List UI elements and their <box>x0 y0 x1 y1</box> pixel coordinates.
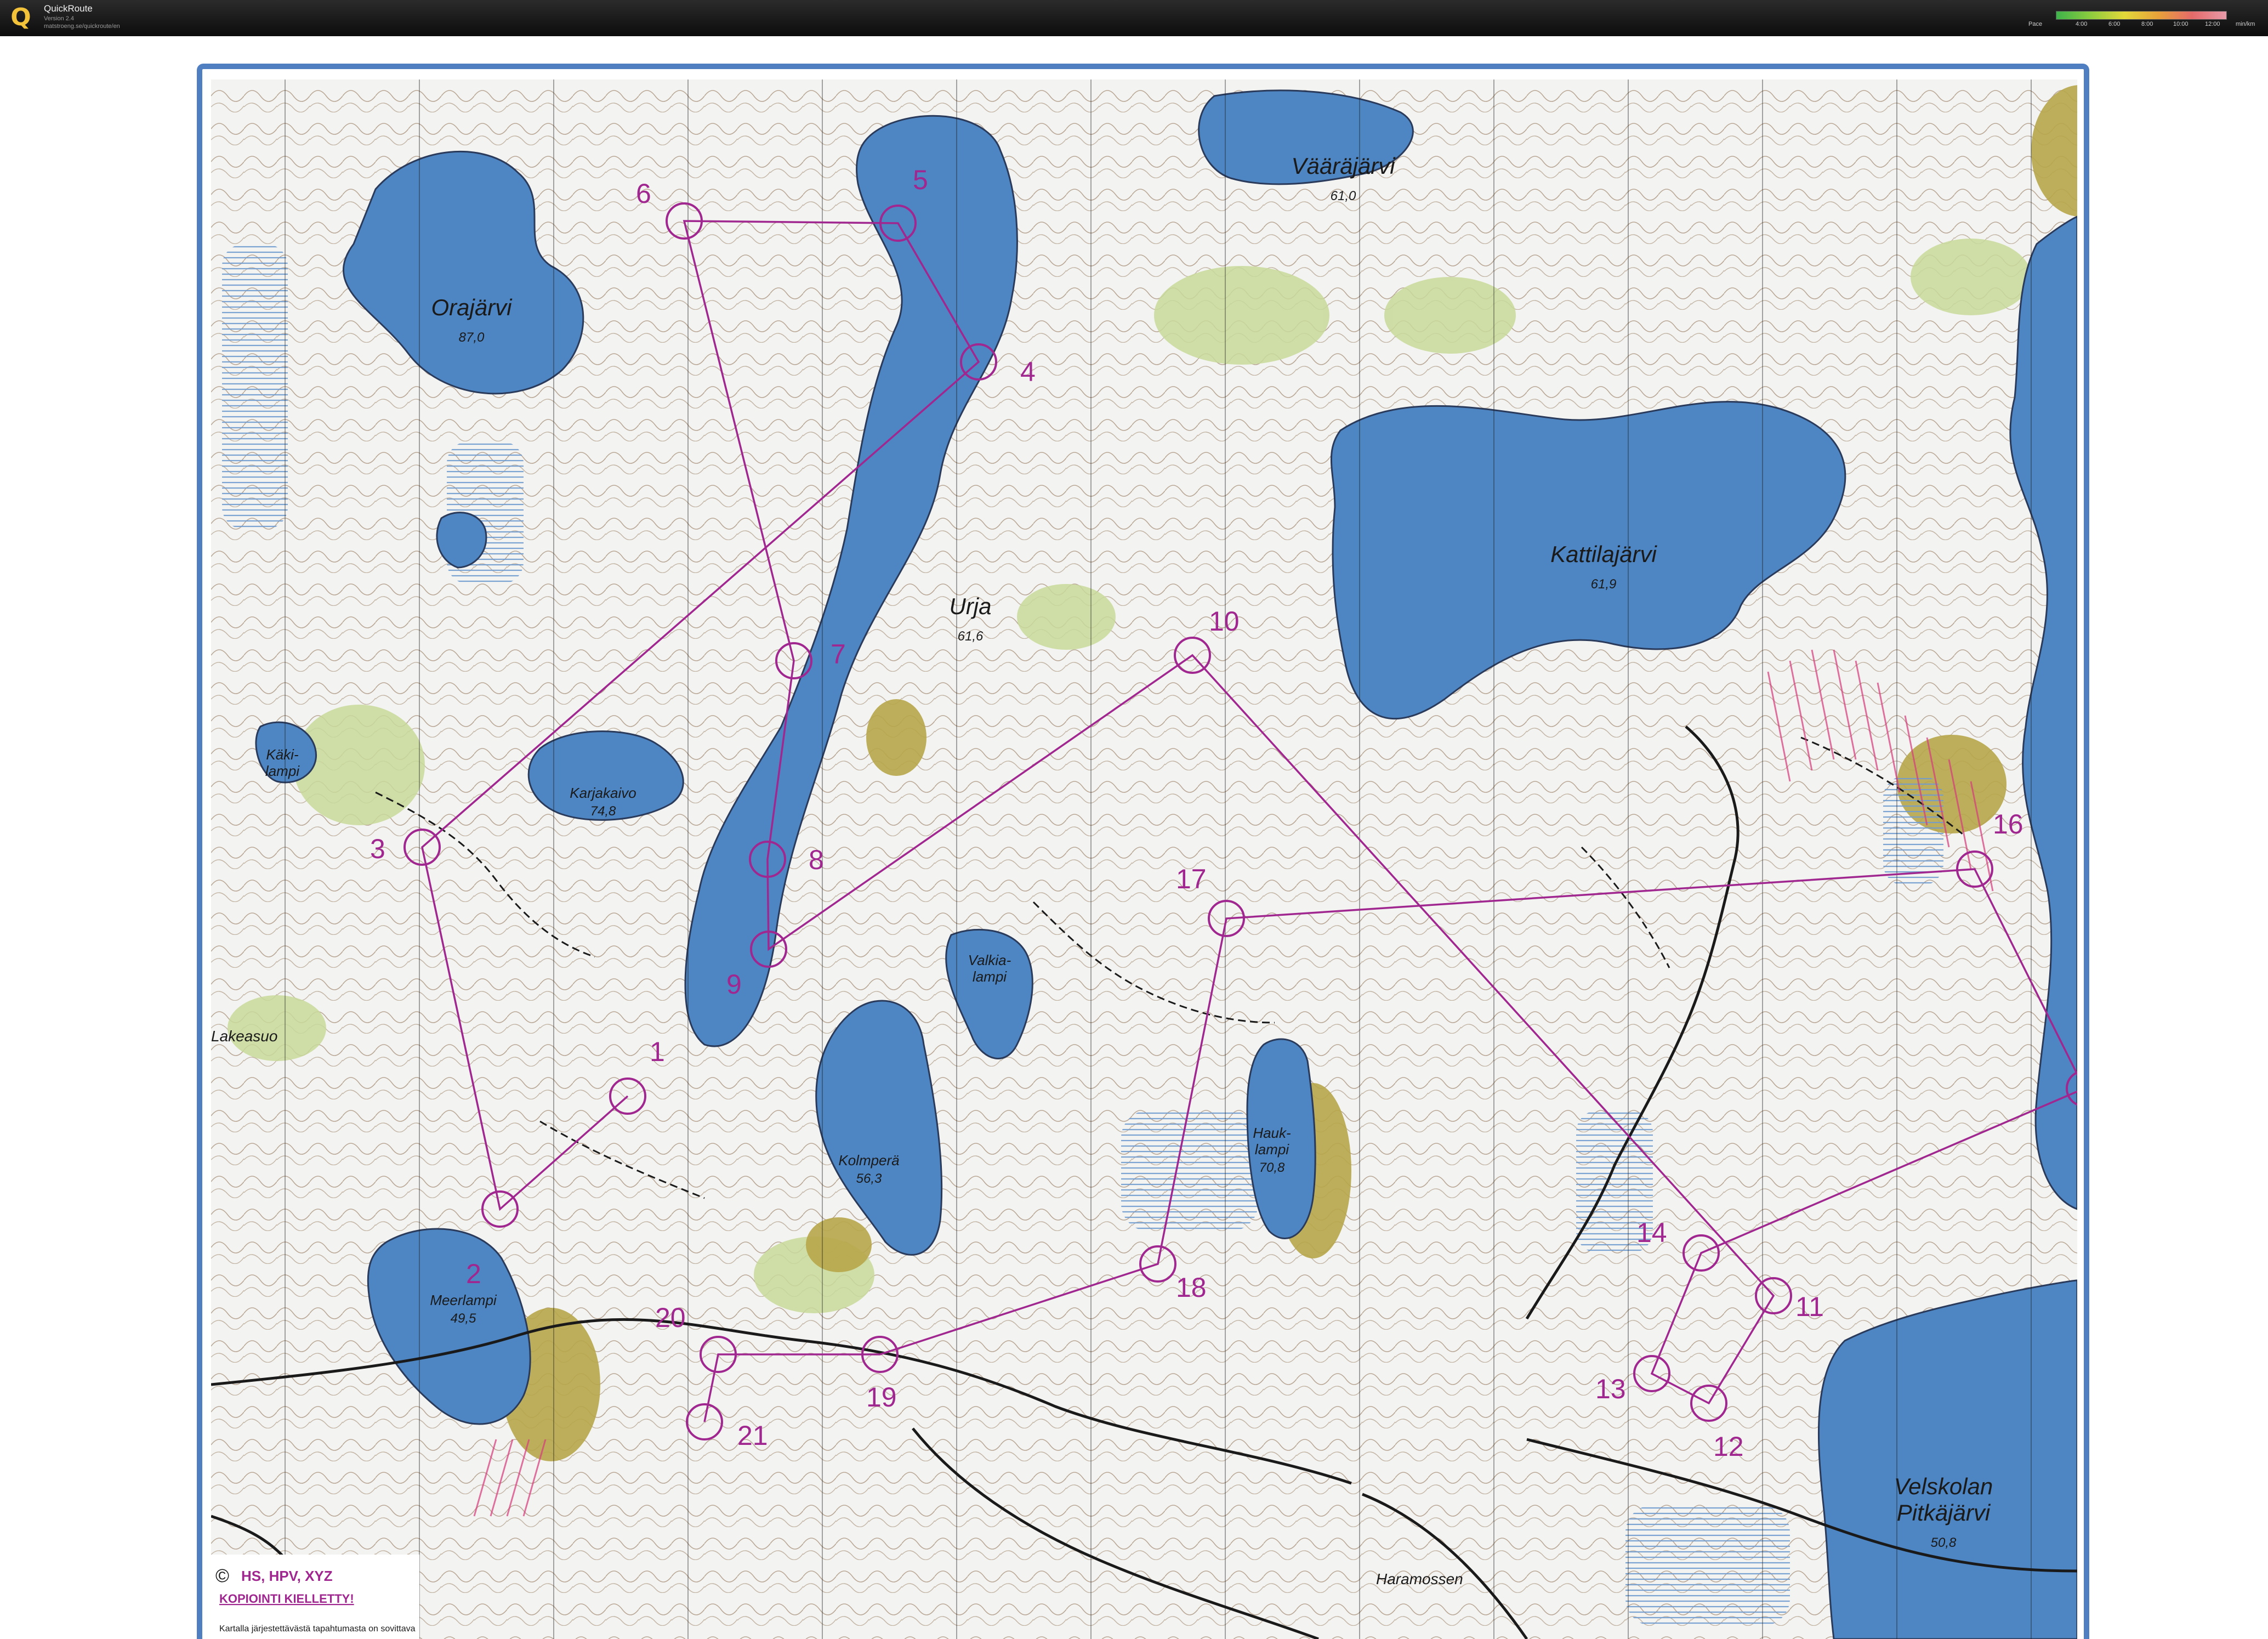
lake-name: Orajärvi <box>431 294 513 320</box>
control-number-2: 2 <box>466 1258 481 1289</box>
quickroute-logo-icon: Q <box>10 3 31 31</box>
control-number-16: 16 <box>1993 809 2023 840</box>
place-name-lakeasuo: Lakeasuo <box>211 1028 277 1045</box>
pace-tick: 10:00 <box>2173 21 2189 27</box>
pace-tick: 12:00 <box>2205 21 2220 27</box>
lake-elevation: 49,5 <box>451 1311 476 1326</box>
lake-name: Meerlampi <box>430 1292 497 1308</box>
lake-name: Kolmperä <box>838 1152 899 1169</box>
control-number-13: 13 <box>1595 1374 1626 1404</box>
control-number-5: 5 <box>913 165 928 195</box>
pace-tick: 8:00 <box>2141 21 2153 27</box>
control-number-10: 10 <box>1209 606 1240 637</box>
lake-elevation: 61,6 <box>958 629 984 644</box>
pace-tick: 4:00 <box>2076 21 2088 27</box>
lake-name: Kattilajärvi <box>1550 541 1657 567</box>
control-number-9: 9 <box>726 969 742 1000</box>
lake-name: lampi <box>265 763 300 779</box>
lake-name: Pitkäjärvi <box>1897 1500 1991 1525</box>
control-number-3: 3 <box>370 833 385 864</box>
control-number-4: 4 <box>1020 356 1036 387</box>
pace-tick: 6:00 <box>2108 21 2121 27</box>
lake-velskolan-pitkajarvi <box>1817 1279 2077 1639</box>
pace-legend-label: Pace <box>2028 21 2043 27</box>
pace-legend: Pace 4:00 6:00 8:00 10:00 12:00 min/km <box>2028 9 2264 31</box>
pace-unit: min/km <box>2236 21 2255 27</box>
lake-elevation: 56,3 <box>856 1171 882 1186</box>
copyright-footnote: Kartalla järjestettävästä tapahtumasta o… <box>219 1624 416 1634</box>
lake-name: Karjakaivo <box>570 785 636 801</box>
control-number-12: 12 <box>1713 1431 1744 1462</box>
app-version: Version 2.4 <box>44 15 75 22</box>
lake-elevation: 61,9 <box>1591 577 1617 592</box>
app-url: matstroeng.se/quickroute/en <box>44 23 120 30</box>
lake-name: lampi <box>1255 1141 1289 1158</box>
lake-elevation: 50,8 <box>1931 1535 1957 1550</box>
lake-name: Urja <box>949 593 991 619</box>
control-number-8: 8 <box>809 844 824 875</box>
lake-elevation: 61,0 <box>1331 189 1356 203</box>
lake-name: Käki- <box>266 746 299 763</box>
lake-name: Velskolan <box>1894 1473 1993 1499</box>
lake-name: Valkia- <box>968 952 1011 968</box>
control-number-18: 18 <box>1176 1272 1207 1303</box>
control-number-21: 21 <box>737 1420 768 1451</box>
copyright-notice: KOPIOINTI KIELLETTY! <box>219 1592 354 1606</box>
control-number-19: 19 <box>866 1382 897 1413</box>
control-number-11: 11 <box>1795 1291 1824 1322</box>
app-title-bar: Q QuickRoute Version 2.4 matstroeng.se/q… <box>0 0 2268 36</box>
place-name-haramossen: Haramossen <box>1376 1570 1463 1587</box>
lake-elevation: 70,8 <box>1259 1160 1285 1175</box>
lake-elevation: 87,0 <box>459 330 485 345</box>
control-number-1: 1 <box>650 1036 665 1067</box>
control-number-14: 14 <box>1636 1217 1667 1248</box>
control-number-17: 17 <box>1176 864 1207 894</box>
lake-name: lampi <box>973 968 1007 985</box>
pace-color-scale <box>2056 11 2227 20</box>
control-number-7: 7 <box>831 639 846 670</box>
copyright-block: © HS, HPV, XYZ KOPIOINTI KIELLETTY! Kart… <box>211 1555 419 1639</box>
copyright-owners: HS, HPV, XYZ <box>241 1568 333 1584</box>
control-number-6: 6 <box>636 178 651 209</box>
lake-name: Hauk- <box>1253 1125 1291 1141</box>
copyright-icon: © <box>215 1566 229 1586</box>
lake-elevation: 74,8 <box>590 804 616 819</box>
orienteering-map[interactable]: 123456789101112131415161718192021 Orajär… <box>211 80 2077 1639</box>
control-number-20: 20 <box>655 1302 686 1333</box>
lake-name: Vääräjärvi <box>1291 153 1396 179</box>
app-title: QuickRoute <box>44 3 93 14</box>
